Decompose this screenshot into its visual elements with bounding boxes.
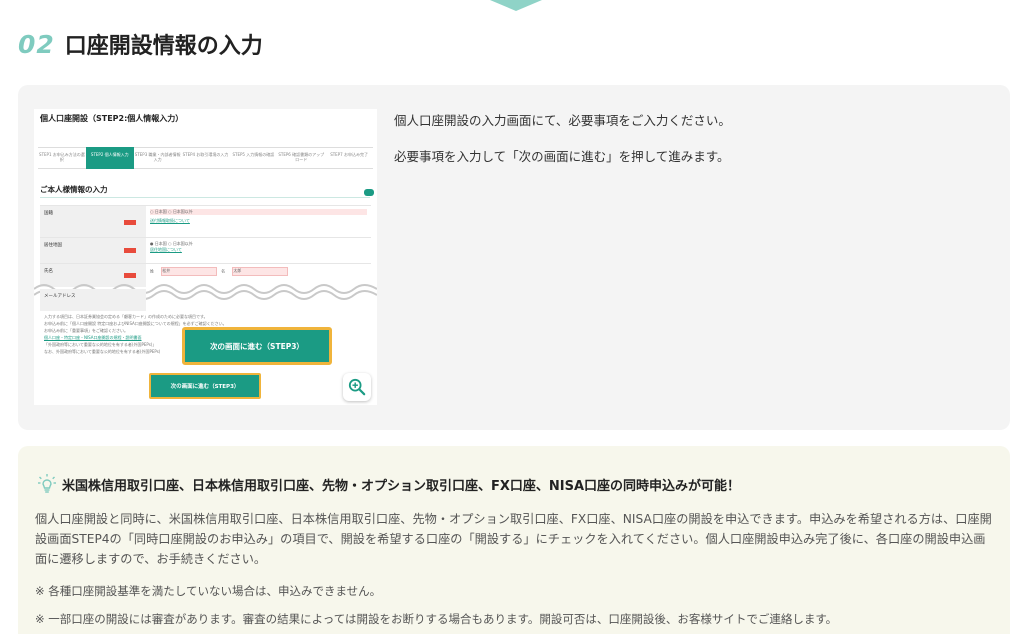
next-button: 次の画面に進む（STEP3） xyxy=(149,373,261,399)
radio-label: 日本国以外 xyxy=(172,209,193,214)
step-item: STEP5 入力情報の確認 xyxy=(229,147,278,169)
step-description: 個人口座開設の入力画面にて、必要事項をご入力ください。 必要事項を入力して「次の… xyxy=(394,111,984,183)
field-label: 名 xyxy=(221,268,226,274)
info-note: ※ 各種口座開設基準を満たしていない場合は、申込みできません。 xyxy=(35,584,382,598)
step-card: 個人口座開設（STEP2:個人情報入力） STEP1 お申込み方法の選択 STE… xyxy=(18,85,1010,430)
zoom-in-icon xyxy=(348,378,366,396)
step-item: STEP4 お取引環境の入力 xyxy=(181,147,230,169)
info-body: 個人口座開設と同時に、米国株信用取引口座、日本株信用取引口座、先物・オプション取… xyxy=(35,512,992,566)
form-label: メールアドレス xyxy=(40,289,146,311)
preview-section-title: ご本人様情報の入力 xyxy=(40,185,108,194)
note-line: お申込み前に「個人口座開設 特定口座およびNISA口座開設についての規程」を必ず… xyxy=(44,321,227,326)
lightbulb-icon xyxy=(38,474,56,493)
form-value xyxy=(146,289,371,311)
page-title: 口座開設情報の入力 xyxy=(64,34,263,59)
info-title: 米国株信用取引口座、日本株信用取引口座、先物・オプション取引口座、FX口座、NI… xyxy=(62,478,741,494)
preview-title: 個人口座開設（STEP2:個人情報入力） xyxy=(40,114,184,123)
info-header: 米国株信用取引口座、日本株信用取引口座、先物・オプション取引口座、FX口座、NI… xyxy=(38,474,740,494)
form-value: ● 日本国 ○ 日本国以外 居住地国について xyxy=(146,238,371,263)
screenshot-preview[interactable]: 個人口座開設（STEP2:個人情報入力） STEP1 お申込み方法の選択 STE… xyxy=(34,109,377,405)
preview-badge xyxy=(364,189,374,196)
info-card: 米国株信用取引口座、日本株信用取引口座、先物・オプション取引口座、FX口座、NI… xyxy=(18,446,1010,634)
placeholder: 太郎 xyxy=(233,268,242,273)
form-value: ○ 日本国 ○ 日本国以外 送付情報取扱について xyxy=(146,206,371,237)
radio-label: 日本国 xyxy=(154,241,167,246)
first-name-input: 太郎 xyxy=(232,267,289,276)
info-note: ※ 一部口座の開設には審査があります。審査の結果によっては開設をお断りする場合も… xyxy=(35,612,838,626)
info-link: 送付情報取扱について xyxy=(150,218,190,223)
description-line: 必要事項を入力して「次の画面に進む」を押して進みます。 xyxy=(394,149,730,164)
description-line: 個人口座開設の入力画面にて、必要事項をご入力ください。 xyxy=(394,113,731,128)
form-row-residence: 居住地国 ● 日本国 ○ 日本国以外 居住地国について xyxy=(40,237,371,263)
info-link: 居住地国について xyxy=(150,247,182,252)
form-row-email: メールアドレス xyxy=(40,289,371,311)
radio-group: ● 日本国 ○ 日本国以外 xyxy=(150,241,193,246)
note-line: 入力する項目は、日本証券業協会の定める「顧客カード」の作成のために必要な項目です… xyxy=(44,314,208,319)
radio-group: ○ 日本国 ○ 日本国以外 xyxy=(150,209,367,215)
step-item: STEP3 職業・内部者情報入力 xyxy=(133,147,182,169)
stepper: STEP1 お申込み方法の選択 STEP2 個人情報入力 STEP3 職業・内部… xyxy=(38,147,374,169)
form-row-nationality: 国籍 ○ 日本国 ○ 日本国以外 送付情報取扱について xyxy=(40,205,371,237)
top-arrow-decoration xyxy=(490,0,542,11)
zoom-button[interactable] xyxy=(343,373,371,401)
step-item: STEP1 お申込み方法の選択 xyxy=(38,147,86,169)
required-badge xyxy=(124,248,136,253)
divider xyxy=(40,197,370,198)
section-heading: 02 口座開設情報の入力 xyxy=(18,28,263,60)
step-item-active: STEP2 個人情報入力 xyxy=(85,147,134,169)
field-label: 姓 xyxy=(150,268,154,274)
radio-label: 日本国以外 xyxy=(172,241,193,246)
required-badge xyxy=(124,273,136,278)
last-name-input: 松井 xyxy=(161,267,218,276)
step-number: 02 xyxy=(18,30,55,59)
step-item: STEP7 お申込み完了 xyxy=(325,147,374,169)
next-button-zoomed: 次の画面に進む（STEP3） xyxy=(182,327,332,365)
required-badge xyxy=(124,220,136,225)
radio-label: 日本国 xyxy=(154,209,167,214)
step-item: STEP6 確認書類のアップロード xyxy=(277,147,326,169)
placeholder: 松井 xyxy=(162,268,171,273)
